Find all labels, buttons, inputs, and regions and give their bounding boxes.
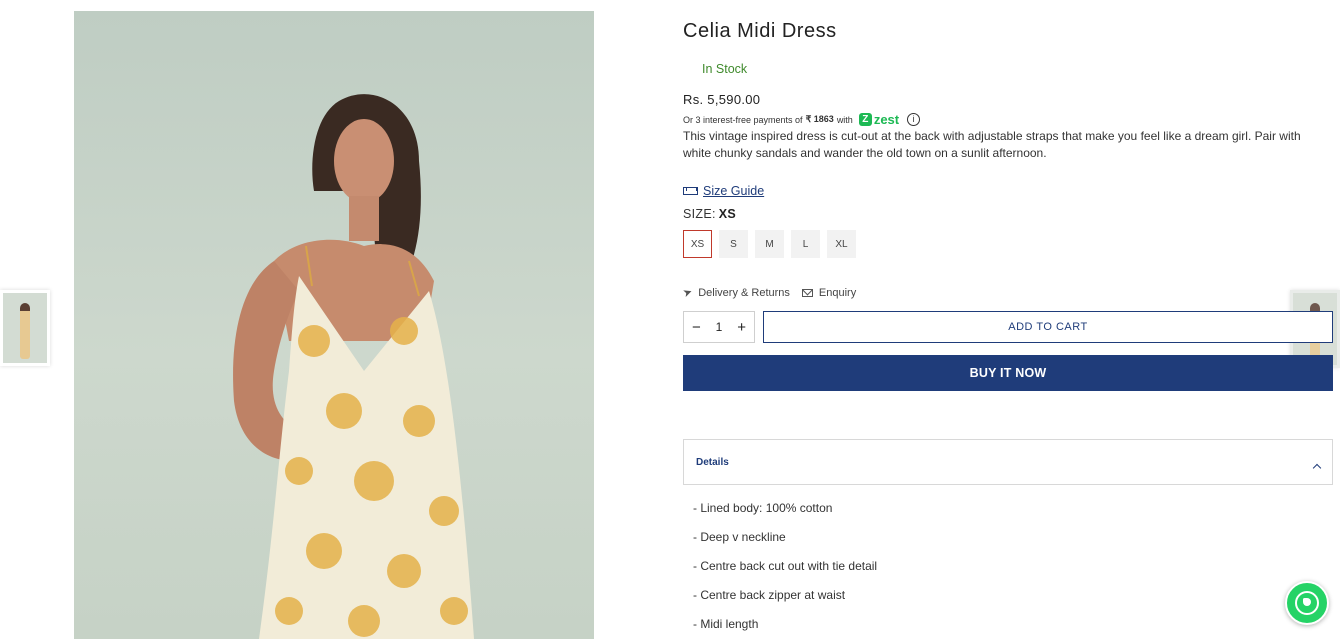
- size-option-m[interactable]: M: [755, 230, 784, 258]
- qty-increase-button[interactable]: +: [737, 319, 746, 336]
- ruler-icon: [683, 187, 698, 195]
- quantity-stepper: − 1 +: [683, 311, 755, 343]
- whatsapp-icon: [1295, 591, 1319, 615]
- list-item: - Lined body: 100% cotton: [693, 501, 833, 515]
- emi-with: with: [836, 114, 853, 125]
- product-description: This vintage inspired dress is cut-out a…: [683, 129, 1301, 160]
- product-price: Rs. 5,590.00: [683, 92, 761, 107]
- enquiry-label: Enquiry: [818, 286, 857, 299]
- size-label-text: SIZE:: [683, 207, 716, 221]
- delivery-returns-label: Delivery & Returns: [698, 286, 790, 299]
- stock-status: In Stock: [702, 62, 748, 76]
- list-item: - Deep v neckline: [693, 530, 786, 544]
- paper-plane-icon: ➤: [681, 285, 695, 301]
- add-to-cart-button[interactable]: ADD TO CART: [763, 311, 1333, 343]
- size-option-s[interactable]: S: [719, 230, 748, 258]
- size-options: XS S M L XL: [683, 230, 856, 258]
- size-guide-label: Size Guide: [703, 184, 765, 198]
- product-image[interactable]: [74, 11, 594, 639]
- zest-brand: zest: [873, 112, 900, 127]
- size-option-xs[interactable]: XS: [683, 230, 712, 258]
- details-accordion[interactable]: Details: [683, 439, 1333, 485]
- envelope-icon: [801, 288, 813, 297]
- zest-icon: Z: [858, 113, 872, 126]
- info-icon[interactable]: i: [907, 113, 921, 126]
- emi-prefix: Or 3 interest-free payments of: [683, 114, 803, 125]
- list-item: - Centre back zipper at waist: [693, 588, 846, 602]
- chevron-up-icon: [1312, 463, 1322, 473]
- zest-logo: Z zest: [858, 112, 900, 127]
- enquiry-link[interactable]: Enquiry: [801, 286, 857, 299]
- thumbnail-image: [3, 293, 47, 363]
- product-title: Celia Midi Dress: [683, 20, 837, 42]
- selected-size: XS: [718, 207, 737, 221]
- details-list: - Lined body: 100% cotton - Deep v neckl…: [693, 500, 877, 639]
- qty-value[interactable]: 1: [716, 320, 723, 334]
- list-item: - Centre back cut out with tie detail: [693, 559, 878, 573]
- size-label: SIZE: XS: [683, 207, 736, 221]
- info-links: ➤ Delivery & Returns Enquiry: [681, 285, 857, 301]
- size-guide-link[interactable]: Size Guide: [683, 184, 764, 198]
- whatsapp-chat-button[interactable]: [1285, 581, 1329, 625]
- emi-offer: Or 3 interest-free payments of ₹ 1863 wi…: [683, 112, 921, 127]
- details-heading: Details: [696, 456, 729, 468]
- thumbnail-prev[interactable]: [0, 290, 50, 366]
- qty-decrease-button[interactable]: −: [692, 319, 701, 336]
- size-option-l[interactable]: L: [791, 230, 820, 258]
- delivery-returns-link[interactable]: ➤ Delivery & Returns: [681, 285, 790, 301]
- size-option-xl[interactable]: XL: [827, 230, 856, 258]
- model-photo: [233, 94, 474, 639]
- emi-amount: ₹ 1863: [805, 114, 834, 124]
- list-item: - Midi length: [693, 617, 759, 631]
- buy-now-button[interactable]: BUY IT NOW: [683, 355, 1333, 391]
